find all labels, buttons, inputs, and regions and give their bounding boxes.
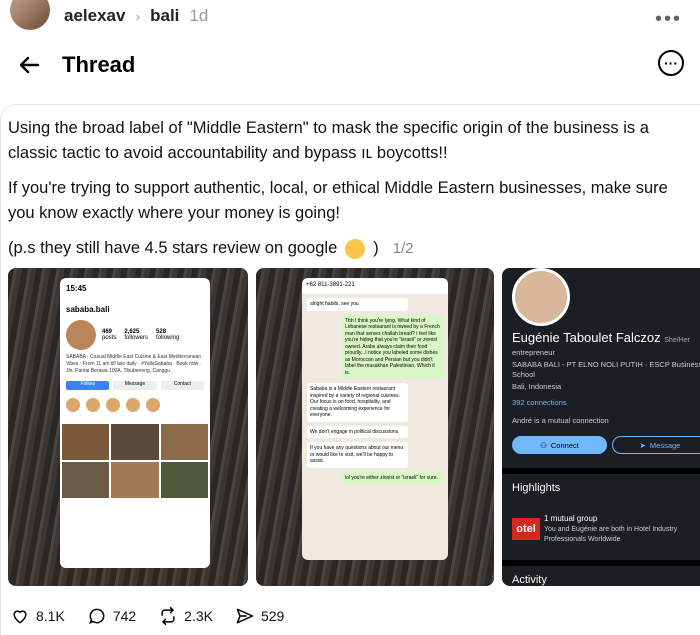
li-headline: entrepreneur [512, 348, 555, 357]
media-image-1[interactable]: 15:45 sababa.bali 469 posts 2,625 follower… [8, 268, 248, 586]
li-highlights-title: Highlights [512, 482, 561, 494]
ig-highlights [60, 392, 210, 418]
thread-header: Thread ··· [0, 36, 700, 98]
person-add-icon: ⚇ [540, 440, 547, 450]
instagram-profile-screenshot: 15:45 sababa.bali 469 posts 2,625 follower… [60, 278, 210, 568]
username-link[interactable]: aelexav [64, 6, 125, 26]
ig-stat: 528 following [156, 329, 180, 341]
ig-message-button: Message [113, 381, 157, 390]
post-actions: 8.1K 742 2.3K 529 [10, 606, 284, 626]
reply-button[interactable]: 742 [87, 606, 136, 626]
ig-stat: 2,625 followers [124, 329, 149, 341]
flushed-face-emoji-icon [345, 238, 366, 259]
li-group-title: 1 mutual group [544, 514, 598, 523]
reply-count: 742 [112, 608, 137, 624]
ig-stat: 469 posts [102, 329, 117, 341]
breadcrumb: aelexav › bali 1d [64, 6, 208, 26]
repost-count: 2.3K [184, 608, 213, 624]
ig-bio: SABABA · Casual Middle East Cuisine & Ea… [66, 354, 202, 374]
whatsapp-chat-screenshot: +62 811-3891-221 alright habibi, see you… [302, 278, 448, 560]
send-icon [236, 608, 254, 624]
post-time: 1d [189, 6, 209, 25]
back-arrow-icon[interactable] [14, 50, 44, 80]
post-paragraph-3-end: ) [373, 239, 379, 257]
li-connect-button: ⚇ Connect [512, 436, 607, 454]
post-paragraph-3-text: (p.s they still have 4.5 stars review on… [8, 239, 338, 257]
send-icon: ➤ [639, 440, 646, 450]
ig-contact-button: Contact [160, 381, 204, 390]
ig-stats: 469 posts 2,625 followers 528 following [102, 329, 179, 341]
li-location: Bali, Indonesia [512, 382, 562, 391]
comment-icon [88, 608, 105, 625]
otel-logo: otel [512, 518, 540, 540]
li-connections: 392 connections [512, 398, 567, 407]
like-count: 8.1K [36, 608, 65, 624]
post-paragraph-1: Using the broad label of "Middle Eastern… [8, 119, 649, 162]
more-options-circle-icon[interactable]: ··· [658, 50, 684, 76]
ig-profile-row: 469 posts 2,625 followers 528 following [60, 320, 210, 350]
ig-status-time: 15:45 [66, 284, 87, 293]
wa-message: Sababa is a Middle Eastern restaurant in… [307, 383, 408, 422]
more-options-icon[interactable]: ••• [655, 8, 682, 31]
avatar[interactable] [10, 0, 50, 30]
repost-icon [161, 606, 175, 626]
post-paragraph-2: If you're trying to support authentic, l… [8, 179, 668, 222]
location-link[interactable]: bali [150, 6, 179, 26]
li-company: SABABA BALI - PT ELNO NOLI PUTIH · ESCP … [512, 360, 700, 379]
ig-handle: sababa.bali [66, 305, 110, 314]
ig-post-grid [60, 418, 210, 498]
wa-message: If you have any questions about our menu… [307, 442, 408, 468]
li-name: Eugénie Taboulet Falczoz She/Her [512, 330, 690, 345]
li-group-text: You and Eugénie are both in Hotel Indust… [544, 526, 678, 543]
page-title: Thread [62, 52, 136, 77]
ig-follow-button: Follow [66, 381, 110, 390]
repost-button[interactable]: 2.3K [158, 606, 213, 626]
media-image-2[interactable]: +62 811-3891-221 alright habibi, see you… [256, 268, 494, 586]
wa-message: Tbh I think you're lying. What kind of L… [342, 314, 443, 379]
li-activity-title: Activity [512, 574, 547, 586]
li-activity: Activity [502, 560, 700, 586]
post-paragraph-3: (p.s they still have 4.5 stars review on… [8, 236, 688, 261]
li-message-button: ➤ Message [612, 436, 700, 454]
like-button[interactable]: 8.1K [10, 606, 65, 626]
media-image-3[interactable]: Eugénie Taboulet Falczoz She/Her entrepr… [502, 268, 700, 586]
li-avatar [512, 268, 570, 326]
ig-buttons: Follow Message Contact [60, 379, 210, 392]
chevron-right-icon: › [135, 8, 141, 24]
wa-contact-number: +62 811-3891-221 [302, 278, 448, 294]
thread-pager: 1/2 [392, 240, 414, 257]
wa-message: alright habibi, see you [307, 298, 408, 311]
wa-message: lol you're either zionist or "israeli" f… [342, 471, 443, 484]
heart-icon [13, 610, 27, 624]
ig-logo [66, 320, 96, 350]
top-bar: aelexav › bali 1d ••• [0, 0, 700, 36]
li-mutual: André is a mutual connection [512, 416, 609, 425]
share-count: 529 [260, 608, 285, 624]
li-highlights: Highlights otel 1 mutual group You and E… [502, 468, 700, 556]
share-button[interactable]: 529 [235, 606, 284, 626]
wa-message: We don't engage in political discussions… [307, 425, 408, 438]
